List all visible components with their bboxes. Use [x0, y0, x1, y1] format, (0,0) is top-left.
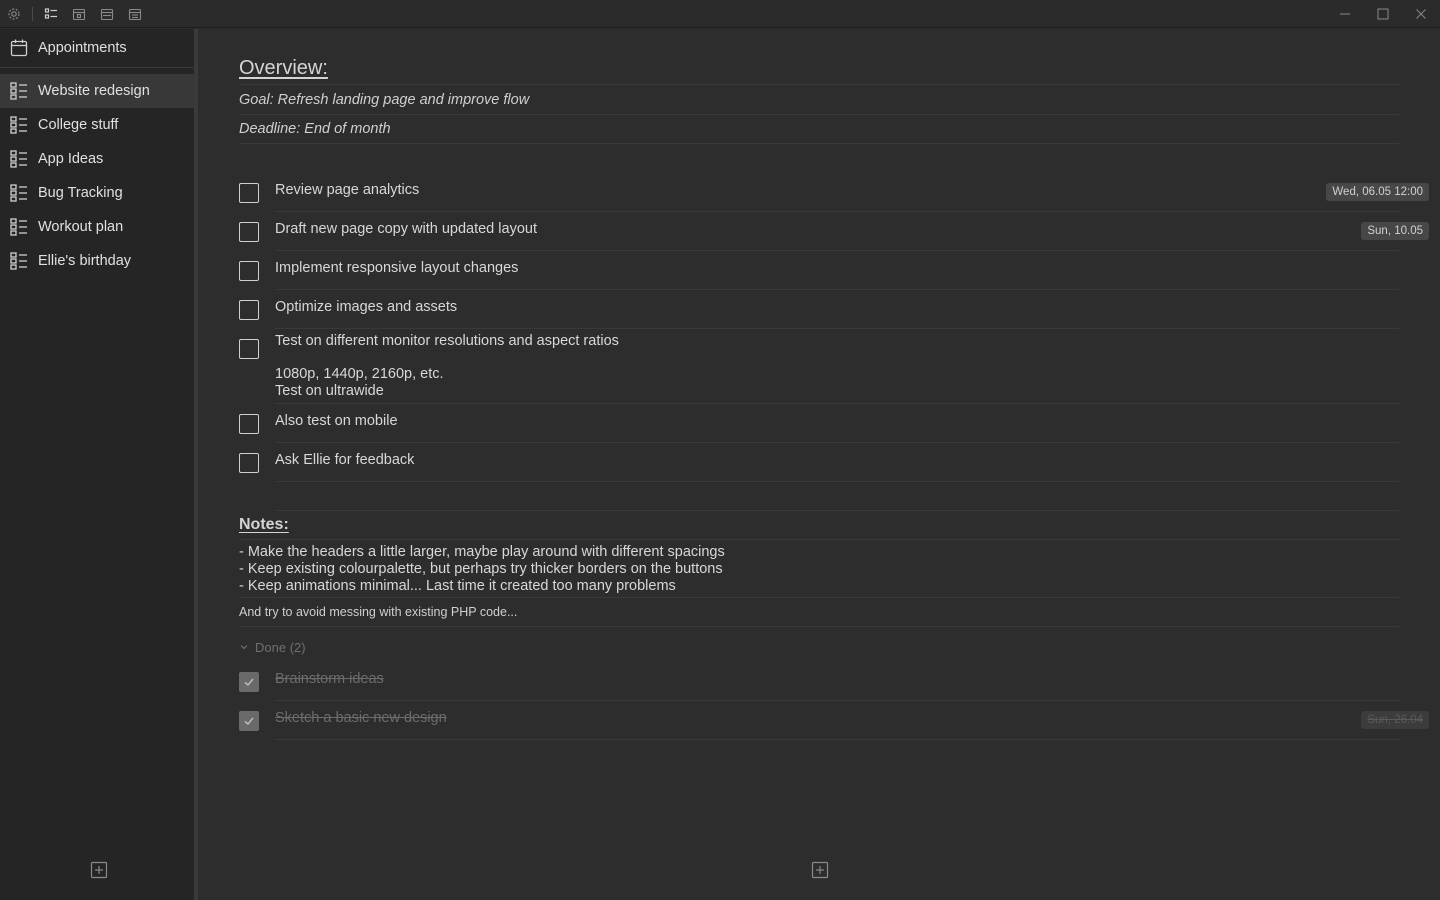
task-row[interactable]: Review page analytics Wed, 06.05 12:00: [239, 182, 1429, 203]
divider: [275, 250, 1399, 251]
task-row[interactable]: Test on different monitor resolutions an…: [239, 333, 1429, 400]
overview-goal[interactable]: Goal: Refresh landing page and improve f…: [239, 92, 529, 108]
task-checkbox-checked[interactable]: [239, 711, 259, 731]
task-row[interactable]: Implement responsive layout changes: [239, 260, 1429, 281]
divider: [239, 84, 1399, 85]
divider: [275, 510, 1399, 511]
task-note: 1080p, 1440p, 2160p, etc.: [275, 366, 444, 382]
main-panel: Overview: Goal: Refresh landing page and…: [202, 29, 1440, 900]
calendar-icon: [9, 38, 29, 58]
task-row[interactable]: Also test on mobile: [239, 413, 1429, 434]
overview-deadline[interactable]: Deadline: End of month: [239, 121, 391, 137]
sidebar-item-appointments[interactable]: Appointments: [0, 29, 194, 68]
task-checkbox[interactable]: [239, 414, 259, 434]
task-checkbox[interactable]: [239, 222, 259, 242]
task-title[interactable]: Draft new page copy with updated layout: [275, 221, 537, 238]
task-title[interactable]: Brainstorm ideas: [275, 671, 384, 688]
divider: [275, 700, 1399, 701]
due-date-badge[interactable]: Sun, 10.05: [1361, 222, 1429, 240]
divider: [239, 539, 1399, 540]
task-list-icon: [9, 115, 29, 135]
title-bar: [0, 0, 1440, 28]
task-checkbox[interactable]: [239, 261, 259, 281]
task-row[interactable]: Optimize images and assets: [239, 299, 1429, 320]
sidebar-item-website-redesign[interactable]: Website redesign: [0, 74, 194, 108]
task-row[interactable]: Draft new page copy with updated layout …: [239, 221, 1429, 242]
divider: [275, 289, 1399, 290]
notes-body[interactable]: - Make the headers a little larger, mayb…: [239, 544, 725, 595]
divider: [275, 739, 1399, 740]
task-list-icon: [9, 251, 29, 271]
completed-task-row[interactable]: Sketch a basic new design Sun, 26.04: [239, 710, 1429, 731]
task-title[interactable]: Also test on mobile: [275, 413, 398, 430]
sidebar-item-workout-plan[interactable]: Workout plan: [0, 210, 194, 244]
add-list-plus-icon[interactable]: [90, 861, 108, 884]
sidebar-item-college-stuff[interactable]: College stuff: [0, 108, 194, 142]
toolbar-divider: [32, 6, 33, 21]
sidebar-item-label: College stuff: [38, 117, 119, 133]
divider: [275, 328, 1399, 329]
add-task-plus-icon[interactable]: [811, 861, 829, 884]
sidebar-item-label: Bug Tracking: [38, 185, 123, 201]
task-checkbox[interactable]: [239, 300, 259, 320]
minimize-icon[interactable]: [1326, 0, 1364, 28]
task-checkbox[interactable]: [239, 339, 259, 359]
divider: [239, 143, 1399, 144]
task-title[interactable]: Implement responsive layout changes: [275, 260, 518, 277]
list-view-icon[interactable]: [37, 0, 65, 28]
overview-heading: Overview:: [239, 57, 328, 79]
app-window: Appointments Website redesign College st…: [0, 0, 1440, 900]
task-title[interactable]: Sketch a basic new design: [275, 710, 447, 727]
task-body[interactable]: Test on different monitor resolutions an…: [275, 333, 619, 400]
task-title[interactable]: Optimize images and assets: [275, 299, 457, 316]
chevron-down-icon: [239, 640, 249, 655]
divider: [275, 403, 1399, 404]
calendar-day-icon[interactable]: [65, 0, 93, 28]
divider: [275, 211, 1399, 212]
sidebar-item-label: Website redesign: [38, 83, 150, 99]
notes-heading: Notes:: [239, 516, 289, 533]
done-section-toggle[interactable]: Done (2): [239, 640, 306, 655]
sidebar-item-app-ideas[interactable]: App Ideas: [0, 142, 194, 176]
task-checkbox-checked[interactable]: [239, 672, 259, 692]
task-checkbox[interactable]: [239, 453, 259, 473]
task-row[interactable]: Ask Ellie for feedback: [239, 452, 1429, 473]
calendar-month-icon[interactable]: [121, 0, 149, 28]
settings-gear-icon[interactable]: [0, 0, 28, 28]
close-icon[interactable]: [1402, 0, 1440, 28]
maximize-icon[interactable]: [1364, 0, 1402, 28]
done-section-label: Done (2): [255, 640, 306, 655]
task-title: Test on different monitor resolutions an…: [275, 333, 619, 349]
task-title[interactable]: Ask Ellie for feedback: [275, 452, 414, 469]
note-line: - Keep animations minimal... Last time i…: [239, 578, 676, 594]
note-footer[interactable]: And try to avoid messing with existing P…: [239, 605, 517, 619]
divider: [275, 442, 1399, 443]
note-line: - Make the headers a little larger, mayb…: [239, 544, 725, 560]
sidebar-item-label: Workout plan: [38, 219, 124, 235]
task-checkbox[interactable]: [239, 183, 259, 203]
sidebar-item-bug-tracking[interactable]: Bug Tracking: [0, 176, 194, 210]
calendar-week-icon[interactable]: [93, 0, 121, 28]
task-note: Test on ultrawide: [275, 383, 384, 399]
divider: [239, 626, 1399, 627]
task-title[interactable]: Review page analytics: [275, 182, 419, 199]
divider: [239, 597, 1399, 598]
divider: [275, 481, 1399, 482]
task-list-icon: [9, 183, 29, 203]
task-list-icon: [9, 149, 29, 169]
note-line: - Keep existing colourpalette, but perha…: [239, 561, 723, 577]
sidebar-item-label: App Ideas: [38, 151, 104, 167]
sidebar-item-ellies-birthday[interactable]: Ellie's birthday: [0, 244, 194, 278]
task-list-icon: [9, 81, 29, 101]
divider: [239, 114, 1399, 115]
task-list-icon: [9, 217, 29, 237]
sidebar: Appointments Website redesign College st…: [0, 29, 198, 900]
completed-task-row[interactable]: Brainstorm ideas: [239, 671, 1429, 692]
window-controls: [1326, 0, 1440, 28]
sidebar-item-label: Appointments: [38, 40, 127, 56]
due-date-badge[interactable]: Sun, 26.04: [1361, 711, 1429, 729]
sidebar-item-label: Ellie's birthday: [38, 253, 132, 269]
due-date-badge[interactable]: Wed, 06.05 12:00: [1326, 183, 1429, 201]
